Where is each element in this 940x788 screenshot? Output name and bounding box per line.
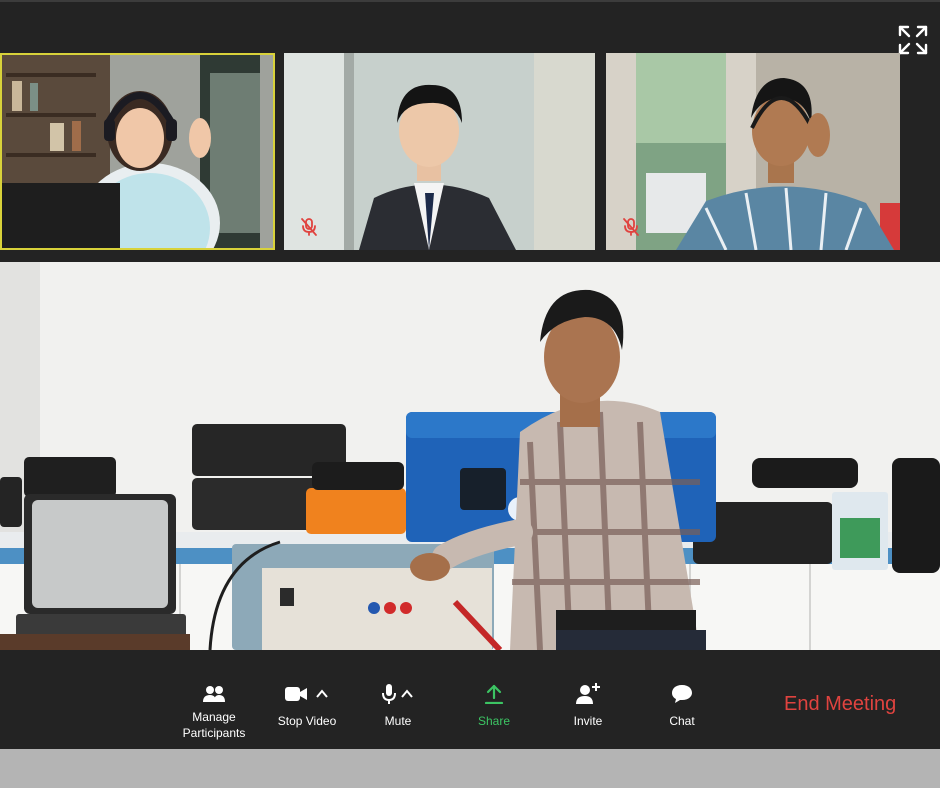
participants-icon bbox=[203, 686, 225, 702]
participant-tile-1[interactable] bbox=[0, 53, 275, 250]
participant-video-1 bbox=[0, 53, 275, 250]
mute-button[interactable]: Mute bbox=[376, 663, 420, 749]
mute-label: Mute bbox=[384, 714, 412, 728]
mic-off-icon bbox=[623, 218, 639, 236]
invite-label: Invite bbox=[573, 714, 603, 728]
chat-label: Chat bbox=[669, 714, 695, 728]
participant-tile-3[interactable] bbox=[606, 53, 900, 250]
participant-video-2 bbox=[284, 53, 595, 250]
chevron-up-icon[interactable] bbox=[400, 687, 414, 701]
participant-tile-2[interactable] bbox=[284, 53, 595, 250]
chevron-up-icon[interactable] bbox=[315, 687, 329, 701]
chat-bubble-icon bbox=[672, 685, 692, 703]
share-label: Share bbox=[477, 714, 511, 728]
stop-video-label: Stop Video bbox=[277, 714, 337, 728]
mic-off-icon bbox=[301, 218, 317, 236]
stop-video-button[interactable]: Stop Video bbox=[276, 663, 338, 749]
video-camera-icon bbox=[285, 687, 307, 701]
manage-participants-label: Manage Participants bbox=[182, 710, 246, 740]
meeting-toolbar: Manage Participants Stop Video Mute Shar… bbox=[0, 663, 940, 749]
meeting-window: Manage Participants Stop Video Mute Shar… bbox=[0, 0, 940, 749]
add-person-icon bbox=[576, 683, 600, 704]
share-arrow-icon bbox=[484, 684, 504, 704]
share-button[interactable]: Share bbox=[474, 663, 514, 749]
participant-video-3 bbox=[606, 53, 900, 250]
active-speaker-video bbox=[0, 262, 940, 650]
chat-button[interactable]: Chat bbox=[662, 663, 702, 749]
invite-button[interactable]: Invite bbox=[568, 663, 608, 749]
microphone-icon bbox=[382, 684, 396, 704]
speaker-video-frame bbox=[0, 262, 940, 650]
fullscreen-icon[interactable] bbox=[897, 24, 929, 56]
manage-participants-button[interactable]: Manage Participants bbox=[172, 663, 256, 749]
end-meeting-button[interactable]: End Meeting bbox=[784, 693, 896, 716]
